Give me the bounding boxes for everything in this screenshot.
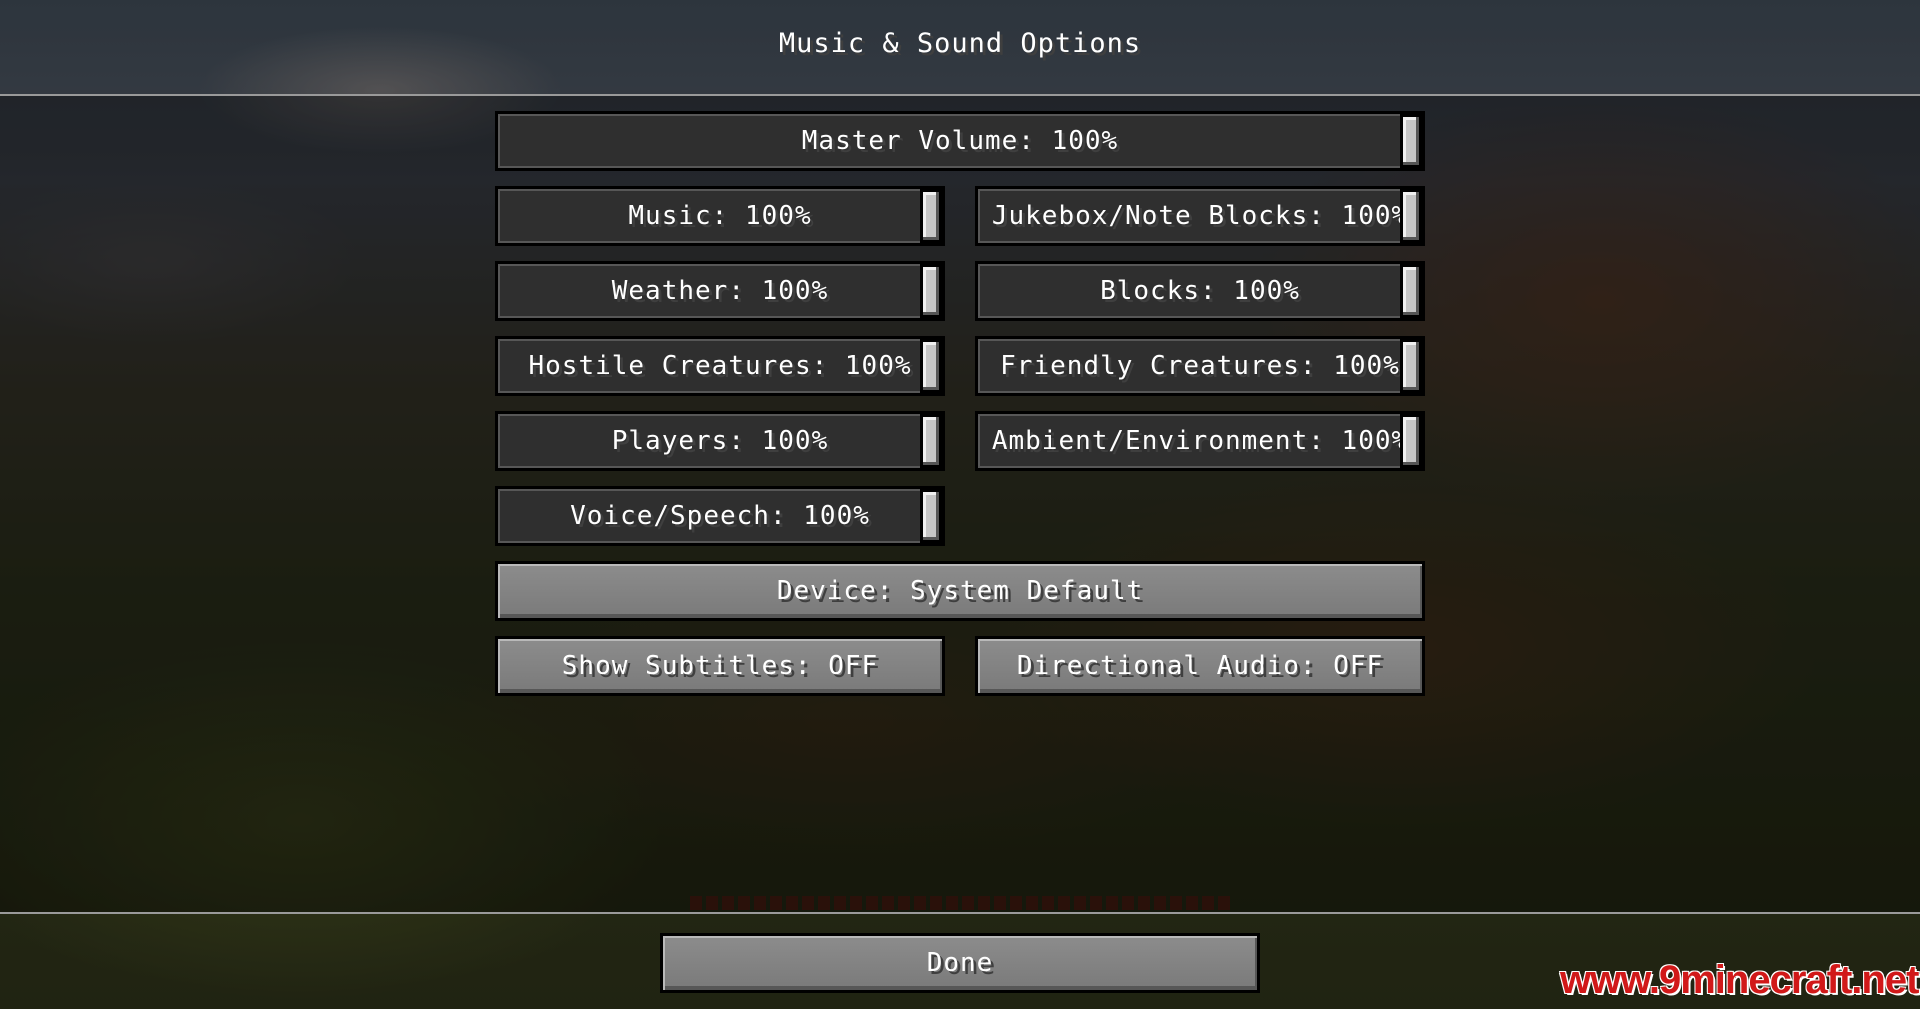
blocks-label: Blocks: 100% xyxy=(1100,276,1300,306)
music-label: Music: 100% xyxy=(628,201,812,231)
blocks-slider[interactable]: Blocks: 100% xyxy=(975,261,1425,321)
friendly-creatures-label: Friendly Creatures: 100% xyxy=(1000,351,1400,381)
voice-speech-slider[interactable]: Voice/Speech: 100% xyxy=(495,486,945,546)
directional-audio-label: Directional Audio: OFF xyxy=(1016,651,1384,681)
screen-title: Music & Sound Options xyxy=(778,28,1142,59)
show-subtitles-button[interactable]: Show Subtitles: OFF xyxy=(495,636,945,696)
friendly-creatures-knob[interactable] xyxy=(1400,339,1422,393)
done-button-label: Done xyxy=(926,948,994,978)
jukebox-note-blocks-label: Jukebox/Note Blocks: 100% xyxy=(991,201,1409,231)
players-knob[interactable] xyxy=(920,414,942,468)
music-knob[interactable] xyxy=(920,189,942,243)
watermark-text: www.9minecraft.net xyxy=(1560,958,1919,1002)
ambient-environment-knob[interactable] xyxy=(1400,414,1422,468)
weather-label: Weather: 100% xyxy=(611,276,829,306)
master-volume-label: Master Volume: 100% xyxy=(801,126,1119,156)
ambient-environment-slider[interactable]: Ambient/Environment: 100% xyxy=(975,411,1425,471)
done-button[interactable]: Done xyxy=(660,933,1260,993)
weather-knob[interactable] xyxy=(920,264,942,318)
ambient-environment-label: Ambient/Environment: 100% xyxy=(991,426,1409,456)
players-slider[interactable]: Players: 100% xyxy=(495,411,945,471)
weather-slider[interactable]: Weather: 100% xyxy=(495,261,945,321)
hostile-creatures-knob[interactable] xyxy=(920,339,942,393)
device-button-label: Device: System Default xyxy=(776,576,1144,606)
device-button[interactable]: Device: System Default xyxy=(495,561,1425,621)
hostile-creatures-label: Hostile Creatures: 100% xyxy=(528,351,912,381)
hostile-creatures-slider[interactable]: Hostile Creatures: 100% xyxy=(495,336,945,396)
jukebox-note-blocks-knob[interactable] xyxy=(1400,189,1422,243)
voice-speech-knob[interactable] xyxy=(920,489,942,543)
jukebox-note-blocks-slider[interactable]: Jukebox/Note Blocks: 100% xyxy=(975,186,1425,246)
music-slider[interactable]: Music: 100% xyxy=(495,186,945,246)
show-subtitles-label: Show Subtitles: OFF xyxy=(561,651,879,681)
master-volume-slider[interactable]: Master Volume: 100% xyxy=(495,111,1425,171)
master-volume-knob[interactable] xyxy=(1400,114,1422,168)
blocks-knob[interactable] xyxy=(1400,264,1422,318)
voice-speech-label: Voice/Speech: 100% xyxy=(570,501,870,531)
friendly-creatures-slider[interactable]: Friendly Creatures: 100% xyxy=(975,336,1425,396)
directional-audio-button[interactable]: Directional Audio: OFF xyxy=(975,636,1425,696)
options-list-panel xyxy=(0,94,1920,914)
players-label: Players: 100% xyxy=(611,426,829,456)
